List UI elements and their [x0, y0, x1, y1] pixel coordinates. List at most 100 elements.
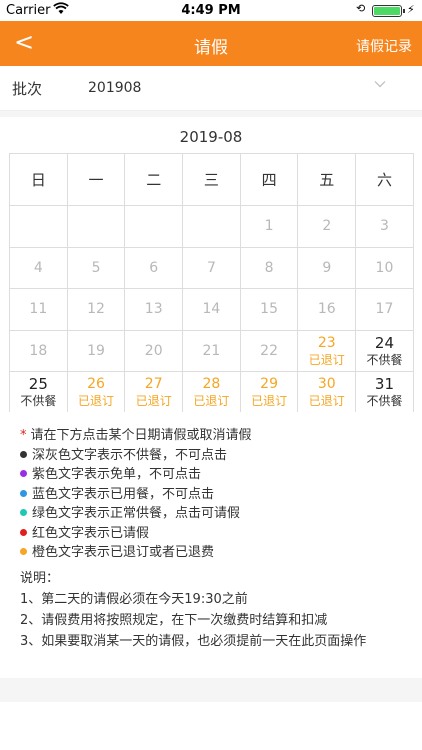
- weekday-header: 三: [182, 153, 241, 206]
- calendar-day-cell[interactable]: 22: [239, 329, 299, 372]
- day-status: 已退订: [308, 352, 345, 367]
- day-number: 15: [260, 301, 278, 318]
- calendar-day-cell[interactable]: 1: [239, 205, 299, 248]
- calendar-day-cell[interactable]: 18: [9, 329, 68, 372]
- day-number: 7: [206, 259, 216, 276]
- calendar-day-cell[interactable]: 19: [66, 329, 126, 372]
- calendar-day-cell[interactable]: 20: [124, 329, 184, 372]
- day-number: 1: [264, 218, 274, 235]
- day-number: 10: [375, 259, 394, 276]
- calendar-day-cell[interactable]: 9: [297, 246, 357, 289]
- calendar-day-cell[interactable]: 13: [124, 288, 184, 331]
- weekday-header-row: 日 一 二 三 四 五 六: [9, 153, 414, 206]
- weekday-header: 日: [9, 153, 68, 206]
- dot-icon: [20, 528, 27, 536]
- calendar-week-row: 11 12 13 14 15 16 17: [9, 288, 414, 331]
- calendar-day-cell[interactable]: 7: [182, 246, 241, 289]
- batch-selector[interactable]: 批次 201908: [0, 66, 422, 111]
- chevron-down-icon[interactable]: [374, 78, 386, 91]
- day-number: 3: [380, 218, 389, 235]
- day-number: 6: [149, 259, 159, 276]
- calendar-day-cell[interactable]: 28 已退订: [182, 371, 241, 414]
- batch-value[interactable]: 201908: [88, 80, 141, 96]
- calendar-day-cell[interactable]: 25 不供餐: [9, 371, 68, 414]
- day-number: 31: [374, 375, 395, 394]
- calendar-day-cell[interactable]: 4: [9, 246, 68, 289]
- day-number: 25: [28, 375, 48, 394]
- calendar-month-title: 2019-08: [179, 128, 243, 146]
- calendar-day-cell[interactable]: 31 不供餐: [355, 371, 414, 414]
- dot-icon: [20, 548, 27, 555]
- day-number: 20: [144, 342, 163, 359]
- battery-tip: [403, 9, 405, 13]
- dot-icon: [20, 450, 27, 458]
- day-number: 21: [202, 342, 221, 359]
- calendar-day-cell[interactable]: 17: [355, 288, 414, 331]
- battery-icon: [372, 5, 402, 17]
- calendar-day-cell[interactable]: 2: [297, 205, 357, 248]
- calendar-day-cell[interactable]: 5: [66, 246, 126, 289]
- day-status: 不供餐: [20, 394, 57, 409]
- day-status: 已退订: [251, 394, 288, 409]
- calendar-day-cell[interactable]: 30 已退订: [297, 371, 357, 414]
- day-number: 29: [260, 376, 278, 393]
- leave-record-button[interactable]: 请假记录: [356, 36, 412, 56]
- day-number: 9: [322, 259, 332, 276]
- day-status: 不供餐: [366, 352, 403, 367]
- day-status: 不供餐: [366, 394, 403, 409]
- dot-icon: [20, 509, 27, 516]
- calendar-day-cell[interactable]: 24 不供餐: [355, 329, 414, 372]
- calendar-day-cell[interactable]: 23 已退订: [297, 329, 357, 372]
- day-number: 28: [202, 376, 221, 393]
- note-line: 1、第二天的请假必须在今天19:30之前: [20, 592, 248, 607]
- charging-icon: ⚡: [407, 3, 415, 16]
- calendar-day-cell[interactable]: 16: [297, 288, 357, 331]
- calendar-empty-cell: [66, 205, 126, 248]
- day-number: 24: [374, 333, 395, 352]
- day-number: 5: [91, 259, 101, 276]
- legend-item: 深灰色文字表示不供餐，不可点击: [20, 446, 410, 466]
- calendar-day-cell[interactable]: 14: [182, 288, 241, 331]
- day-status: 已退订: [78, 394, 115, 409]
- day-number: 16: [317, 301, 336, 318]
- calendar-week-row: 4 5 6 7 8 9 10: [9, 246, 414, 289]
- weekday-header: 五: [297, 153, 357, 206]
- orientation-lock-icon: ⟲: [356, 2, 366, 15]
- day-status: 已退订: [308, 394, 345, 409]
- day-status: 已退订: [193, 394, 230, 409]
- calendar-grid: 日 一 二 三 四 五 六 1 2 3 4 5 6 7 8 9 10 11 12 13 14 15 16 17 1…: [9, 153, 414, 414]
- calendar-day-cell[interactable]: 15: [239, 288, 299, 331]
- calendar-day-cell[interactable]: 27 已退订: [124, 371, 184, 414]
- notes: 说明： 1、第二天的请假必须在今天19:30之前 2、请假费用将按照规定，在下一…: [20, 568, 415, 652]
- day-number: 12: [87, 301, 105, 318]
- calendar-day-cell[interactable]: 21: [182, 329, 241, 372]
- day-number: 8: [264, 259, 274, 276]
- day-number: 30: [317, 376, 336, 393]
- day-number: 17: [375, 301, 394, 318]
- day-number: 19: [87, 342, 105, 359]
- day-status: 已退订: [135, 394, 172, 409]
- calendar-empty-cell: [124, 205, 184, 248]
- calendar-day-cell[interactable]: 3: [355, 205, 414, 248]
- calendar-empty-cell: [9, 205, 68, 248]
- legend-item: 红色文字表示已请假: [20, 524, 410, 544]
- day-number: 2: [322, 218, 332, 235]
- calendar-day-cell[interactable]: 8: [239, 246, 299, 289]
- dot-icon: [20, 470, 27, 477]
- calendar-day-cell[interactable]: 11: [9, 288, 68, 331]
- legend: * 请在下方点击某个日期请假或取消请假 深灰色文字表示不供餐，不可点击 紫色文字表…: [20, 426, 410, 563]
- calendar-day-cell[interactable]: 10: [355, 246, 414, 289]
- day-number: 18: [29, 342, 48, 359]
- legend-intro: * 请在下方点击某个日期请假或取消请假: [20, 428, 252, 443]
- calendar-week-row: 1 2 3: [9, 205, 414, 248]
- calendar-week-row: 25 不供餐 26 已退订 27 已退订 28 已退订 29 已退订 30 已退订 31 不供餐: [9, 371, 414, 414]
- note-line: 3、如果要取消某一天的请假，也必须提前一天在此页面操作: [20, 634, 367, 649]
- calendar-day-cell[interactable]: 12: [66, 288, 126, 331]
- calendar-empty-cell: [182, 205, 241, 248]
- legend-item: 绿色文字表示正常供餐，点击可请假: [20, 504, 410, 524]
- calendar-day-cell[interactable]: 6: [124, 246, 184, 289]
- day-number: 13: [144, 301, 163, 318]
- calendar-day-cell[interactable]: 29 已退订: [239, 371, 299, 414]
- day-number: 22: [260, 342, 278, 359]
- calendar-day-cell[interactable]: 26 已退订: [66, 371, 126, 414]
